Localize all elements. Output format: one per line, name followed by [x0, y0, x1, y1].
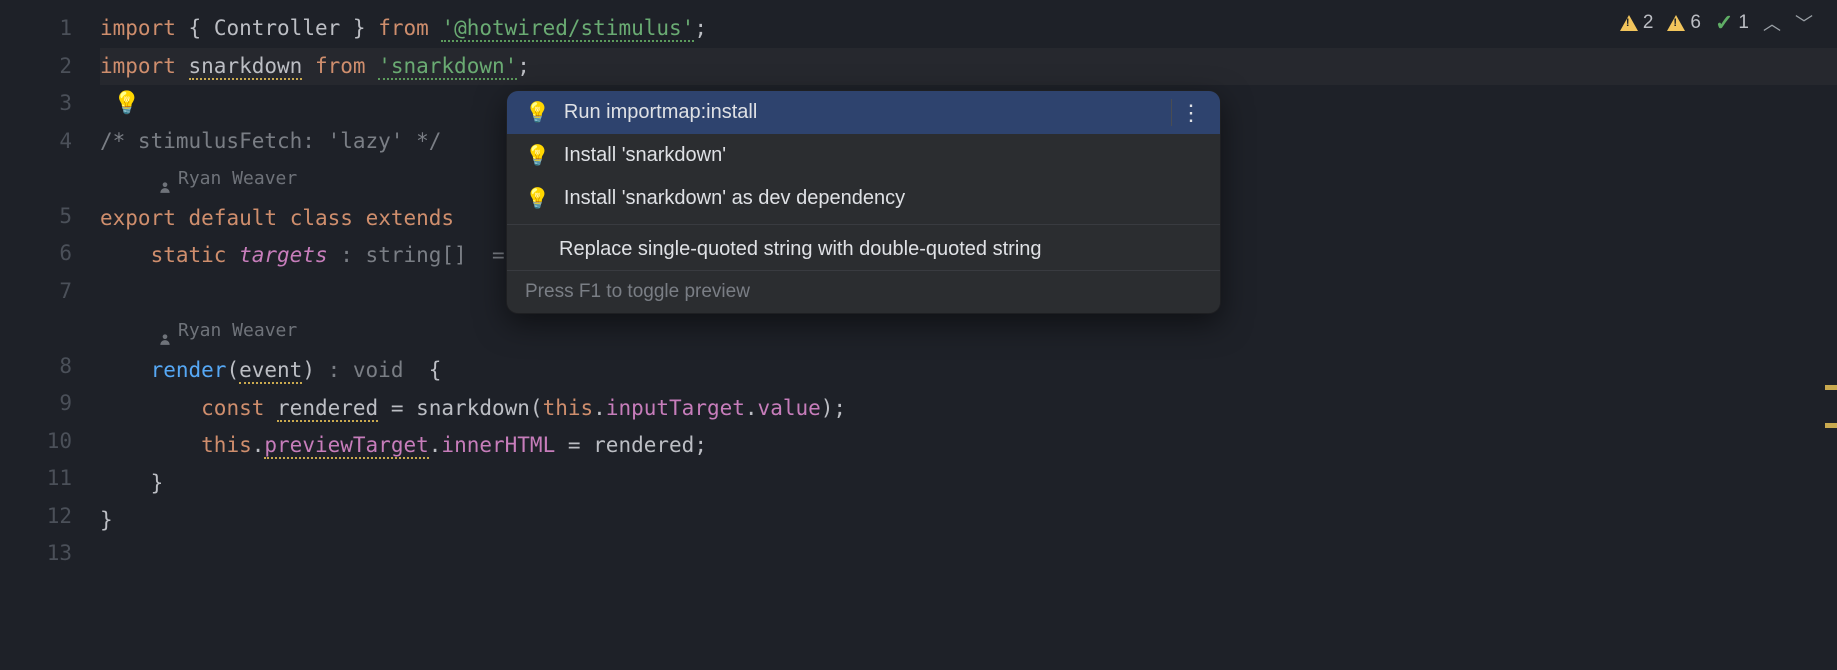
warning-icon [1667, 15, 1685, 31]
separator [1171, 99, 1172, 126]
intention-actions-popup: 💡 Run importmap:install ⋮ 💡 Install 'sna… [506, 90, 1221, 314]
line-number[interactable]: 10 [0, 423, 72, 461]
intention-bulb-icon[interactable]: 💡 [113, 85, 140, 123]
line-number[interactable]: 1 [0, 10, 72, 48]
intention-label: Run importmap:install [564, 101, 757, 124]
string-module: '@hotwired/stimulus' [441, 16, 694, 42]
code-line-current[interactable]: import snarkdown from 'snarkdown'; [100, 48, 1837, 86]
line-number[interactable]: 4 [0, 123, 72, 161]
author-name: Ryan Weaver [178, 160, 297, 198]
block-comment: /* stimulusFetch: 'lazy' */ [100, 129, 441, 153]
line-number[interactable]: 13 [0, 535, 72, 573]
count-label: 1 [1738, 12, 1749, 34]
inlay-type-hint: : string[] = [340, 243, 504, 267]
lightbulb-icon: 💡 [525, 143, 550, 168]
line-number[interactable]: 6 [0, 235, 72, 273]
no-errors-count[interactable]: ✓ 1 [1715, 10, 1749, 36]
next-highlight-button[interactable]: ﹀ [1795, 10, 1813, 36]
warnings-count[interactable]: 2 [1620, 12, 1654, 34]
line-number[interactable]: 9 [0, 385, 72, 423]
code-line[interactable]: render(event) : void { [100, 352, 1837, 390]
line-number[interactable]: 12 [0, 498, 72, 536]
prev-highlight-button[interactable]: ︿ [1763, 10, 1781, 36]
inlay-author-hint[interactable]: Ryan Weaver [100, 312, 297, 350]
inspection-widget[interactable]: 2 6 ✓ 1 ︿ ﹀ [1620, 10, 1813, 36]
line-number[interactable]: 3 [0, 85, 72, 123]
weak-warnings-count[interactable]: 6 [1667, 12, 1701, 34]
intention-item-run-importmap[interactable]: 💡 Run importmap:install ⋮ [507, 91, 1220, 134]
line-number-gutter: 1 2 3 4 5 6 7 8 9 10 11 12 13 [0, 0, 100, 670]
code-line[interactable]: this.previewTarget.innerHTML = rendered; [100, 427, 1837, 465]
error-stripe-marker[interactable] [1825, 423, 1837, 428]
intention-item-install-dev[interactable]: 💡 Install 'snarkdown' as dev dependency [507, 177, 1220, 220]
user-icon [158, 323, 172, 339]
code-line[interactable]: const rendered = snarkdown(this.inputTar… [100, 390, 1837, 428]
intention-item-install-snarkdown[interactable]: 💡 Install 'snarkdown' [507, 134, 1220, 177]
error-stripe-marker[interactable] [1825, 385, 1837, 390]
field-targets: targets [239, 243, 328, 267]
identifier-snarkdown: snarkdown [189, 54, 303, 80]
code-line[interactable]: import { Controller } from '@hotwired/st… [100, 10, 1837, 48]
user-icon [158, 171, 172, 187]
line-number[interactable]: 11 [0, 460, 72, 498]
author-name: Ryan Weaver [178, 312, 297, 350]
code-line[interactable]: } [100, 502, 1837, 540]
keyword-import: import [100, 16, 176, 40]
intention-item-replace-quotes[interactable]: Replace single-quoted string with double… [507, 229, 1220, 270]
lightbulb-icon: 💡 [525, 100, 550, 125]
code-line[interactable] [100, 540, 1837, 578]
separator [507, 224, 1220, 225]
author-gap [0, 310, 72, 348]
more-options-icon[interactable]: ⋮ [1180, 100, 1204, 126]
author-gap [0, 160, 72, 198]
method-render: render [151, 358, 227, 382]
count-label: 6 [1690, 12, 1701, 34]
count-label: 2 [1643, 12, 1654, 34]
line-number[interactable]: 7 [0, 273, 72, 311]
checkmark-icon: ✓ [1715, 10, 1733, 36]
line-number[interactable]: 8 [0, 348, 72, 386]
hint-text: Press F1 to toggle preview [525, 281, 750, 302]
intention-label: Install 'snarkdown' as dev dependency [564, 187, 905, 210]
code-line[interactable]: } [100, 465, 1837, 503]
popup-hint-footer: Press F1 to toggle preview [507, 270, 1220, 313]
line-number[interactable]: 2 [0, 48, 72, 86]
lightbulb-icon: 💡 [525, 186, 550, 211]
warning-icon [1620, 15, 1638, 31]
intention-label: Replace single-quoted string with double… [559, 238, 1042, 261]
line-number[interactable]: 5 [0, 198, 72, 236]
intention-label: Install 'snarkdown' [564, 144, 726, 167]
inlay-return-type: : void [315, 358, 416, 382]
string-module: 'snarkdown' [378, 54, 517, 80]
